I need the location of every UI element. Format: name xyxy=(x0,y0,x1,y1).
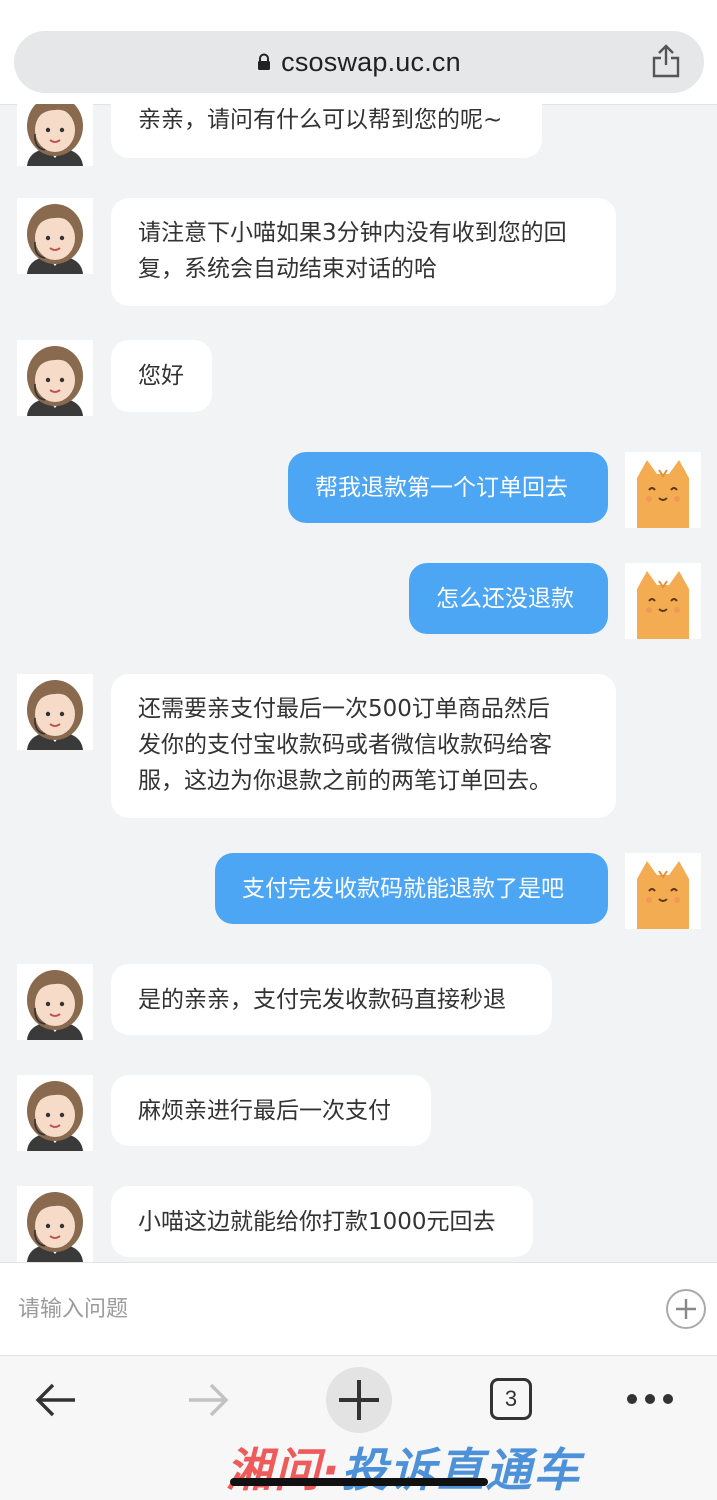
agent-avatar xyxy=(17,198,93,274)
agent-avatar xyxy=(17,964,93,1040)
chat-area[interactable]: 亲亲，请问有什么可以帮到您的呢~ 请注意下小喵如果3分钟内没有收到您的回 复，系… xyxy=(0,104,717,1262)
chat-input-bar xyxy=(0,1262,717,1356)
question-input[interactable] xyxy=(0,1263,640,1355)
agent-avatar xyxy=(17,1186,93,1262)
watermark-logo: 湘问·投诉直通车 xyxy=(226,1443,582,1497)
forward-arrow-icon[interactable] xyxy=(185,1380,231,1420)
user-message: 怎么还没退款 xyxy=(409,563,608,634)
agent-avatar xyxy=(17,340,93,416)
more-menu-icon[interactable] xyxy=(625,1391,675,1407)
agent-message: 麻烦亲进行最后一次支付 xyxy=(111,1075,431,1146)
browser-top-bar: csoswap.uc.cn xyxy=(0,0,717,105)
agent-message: 是的亲亲，支付完发收款码直接秒退 xyxy=(111,964,552,1035)
user-cat-avatar xyxy=(625,853,701,929)
user-message: 帮我退款第一个订单回去 xyxy=(288,452,608,523)
browser-bottom-bar: 3 湘问·投诉直通车 xyxy=(0,1356,717,1500)
agent-avatar xyxy=(17,1075,93,1151)
address-bar[interactable]: csoswap.uc.cn xyxy=(14,31,704,93)
user-cat-avatar xyxy=(625,452,701,528)
agent-avatar xyxy=(17,674,93,750)
home-indicator xyxy=(230,1478,488,1486)
user-cat-avatar xyxy=(625,563,701,639)
agent-avatar xyxy=(17,104,93,166)
lock-icon xyxy=(258,53,271,70)
add-circle-icon[interactable] xyxy=(665,1288,707,1330)
agent-message: 请注意下小喵如果3分钟内没有收到您的回 复，系统会自动结束对话的哈 xyxy=(111,198,616,306)
url-text: csoswap.uc.cn xyxy=(281,46,461,77)
user-message: 支付完发收款码就能退款了是吧 xyxy=(215,853,608,924)
new-tab-plus-icon[interactable] xyxy=(325,1366,393,1434)
tab-switcher-button[interactable]: 3 xyxy=(490,1378,532,1420)
tab-count: 3 xyxy=(504,1386,518,1411)
agent-message: 您好 xyxy=(111,340,212,412)
agent-message: 还需要亲支付最后一次500订单商品然后 发你的支付宝收款码或者微信收款码给客 服… xyxy=(111,674,616,818)
back-arrow-icon[interactable] xyxy=(33,1380,79,1420)
agent-message: 小喵这边就能给你打款1000元回去 xyxy=(111,1186,533,1257)
share-icon[interactable] xyxy=(650,44,682,78)
agent-message: 亲亲，请问有什么可以帮到您的呢~ xyxy=(111,104,542,158)
